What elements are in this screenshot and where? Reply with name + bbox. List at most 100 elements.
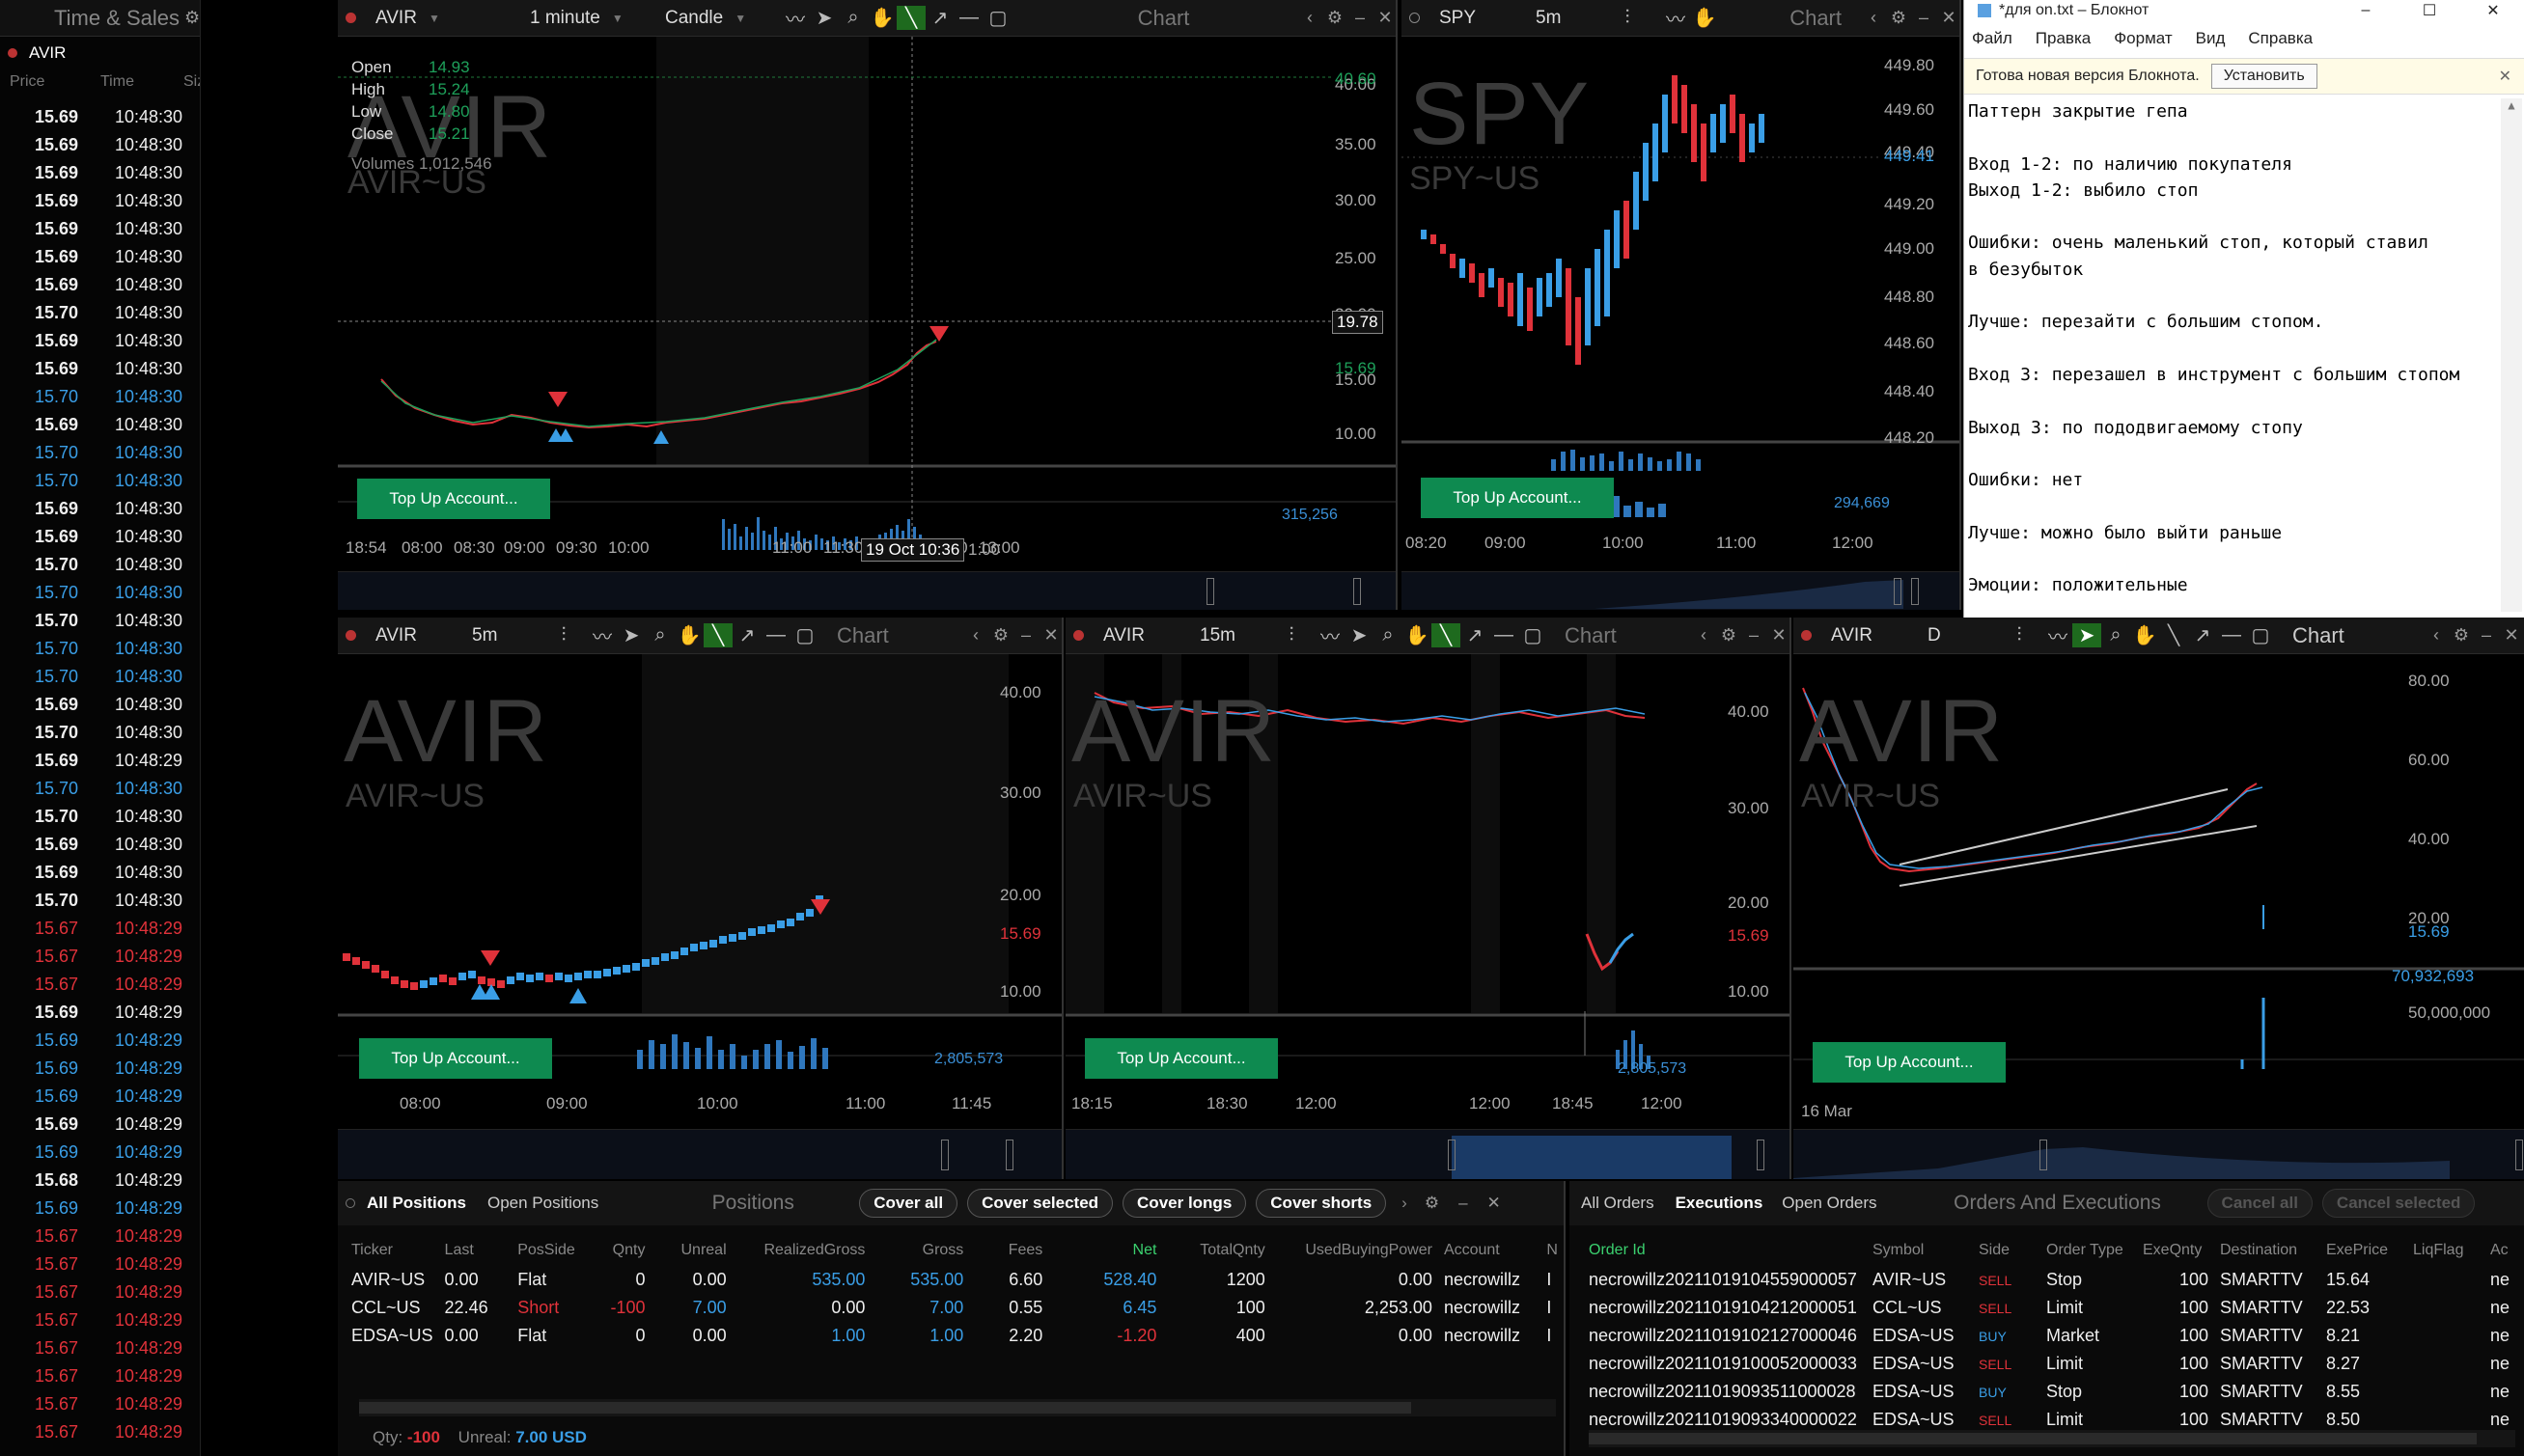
zoom-icon[interactable]: ⌕ bbox=[839, 7, 868, 29]
minimize-icon[interactable]: – bbox=[1458, 1194, 1467, 1213]
settings-icon[interactable]: ⚙ bbox=[988, 625, 1013, 646]
indicators-icon[interactable]: 〰 bbox=[1316, 621, 1345, 649]
arrow-icon[interactable]: ↗ bbox=[926, 6, 955, 30]
cover-selected-button[interactable]: Cover selected bbox=[967, 1189, 1114, 1218]
trendline-icon[interactable]: ╲ bbox=[2159, 623, 2188, 647]
close-icon[interactable]: ✕ bbox=[2461, 1, 2524, 20]
positions-row[interactable]: AVIR~US 0.00 Flat 0 0.00 535.00 535.00 6.60 528.… bbox=[346, 1266, 1564, 1294]
symbol-field[interactable]: AVIR bbox=[1821, 625, 1908, 646]
candle-type-icon[interactable]: ⫶ bbox=[1613, 7, 1642, 29]
chevron-left-icon[interactable]: ‹ bbox=[1861, 8, 1886, 28]
minimize-icon[interactable]: – bbox=[1347, 8, 1373, 28]
settings-icon[interactable]: ⚙ bbox=[2449, 625, 2474, 646]
arrow-icon[interactable]: ↗ bbox=[2188, 623, 2217, 647]
topup-button[interactable]: Top Up Account... bbox=[1813, 1042, 2006, 1083]
notepad-menu-item[interactable]: Файл bbox=[1972, 29, 2012, 54]
update-close-icon[interactable]: ✕ bbox=[2499, 67, 2511, 86]
execution-row[interactable]: necrowillz20211019100052000033 EDSA~US SEL… bbox=[1577, 1350, 2515, 1378]
topup-button[interactable]: Top Up Account... bbox=[359, 1038, 552, 1079]
execution-row[interactable]: necrowillz20211019102127000046 EDSA~US BUY… bbox=[1577, 1322, 2515, 1350]
cursor-icon[interactable]: ➤ bbox=[2072, 623, 2101, 647]
link-dot-icon[interactable] bbox=[346, 630, 356, 641]
interval-select[interactable]: 15m bbox=[1190, 625, 1267, 646]
arrow-icon[interactable]: ↗ bbox=[1460, 623, 1489, 647]
execution-row[interactable]: necrowillz20211019104559000057 AVIR~US SEL… bbox=[1577, 1266, 2515, 1294]
minimize-icon[interactable]: – bbox=[2334, 2, 2398, 19]
chart-15m-scrollbar[interactable] bbox=[1066, 1129, 1789, 1179]
col-header[interactable]: Side bbox=[1973, 1235, 2040, 1266]
col-header[interactable]: TotalQnty bbox=[1162, 1235, 1270, 1266]
rectangle-icon[interactable]: ▢ bbox=[2246, 623, 2275, 647]
symbol-field[interactable]: AVIR bbox=[366, 625, 453, 646]
symbol-field[interactable]: AVIR bbox=[1094, 625, 1180, 646]
maximize-icon[interactable]: ☐ bbox=[2398, 1, 2461, 20]
rectangle-icon[interactable]: ▢ bbox=[1518, 623, 1547, 647]
style-select[interactable]: Candle ▼ bbox=[655, 8, 771, 29]
update-install-button[interactable]: Установить bbox=[2210, 64, 2317, 89]
close-icon[interactable]: ✕ bbox=[2499, 625, 2524, 646]
trendline-icon[interactable]: ╲ bbox=[1431, 623, 1460, 647]
positions-row[interactable]: CCL~US 22.46 Short -100 7.00 0.00 7.00 0.55 6.45… bbox=[346, 1294, 1564, 1322]
close-icon[interactable]: ✕ bbox=[1766, 625, 1789, 646]
indicators-icon[interactable]: 〰 bbox=[588, 621, 617, 649]
tab-open-positions[interactable]: Open Positions bbox=[487, 1194, 598, 1213]
execution-row[interactable]: necrowillz20211019093511000028 EDSA~US BUY… bbox=[1577, 1378, 2515, 1406]
candle-type-icon[interactable]: ⫶ bbox=[549, 624, 578, 646]
chevron-left-icon[interactable]: ‹ bbox=[2424, 625, 2449, 646]
trendline-icon[interactable]: ╲ bbox=[897, 6, 926, 30]
settings-icon[interactable]: ⚙ bbox=[1322, 8, 1347, 28]
tab-all-orders[interactable]: All Orders bbox=[1581, 1194, 1654, 1213]
cursor-icon[interactable]: ➤ bbox=[1345, 623, 1373, 647]
col-header[interactable]: Account bbox=[1438, 1235, 1540, 1266]
tab-open-orders[interactable]: Open Orders bbox=[1782, 1194, 1876, 1213]
link-dot-icon[interactable] bbox=[1801, 630, 1812, 641]
topup-button[interactable]: Top Up Account... bbox=[1421, 478, 1614, 518]
close-icon[interactable]: ✕ bbox=[1373, 8, 1396, 28]
topup-button[interactable]: Top Up Account... bbox=[357, 479, 550, 519]
zoom-icon[interactable]: ⌕ bbox=[2101, 624, 2130, 646]
indicators-icon[interactable]: 〰 bbox=[2043, 621, 2072, 649]
close-icon[interactable]: ✕ bbox=[1487, 1194, 1501, 1213]
hline-icon[interactable]: — bbox=[762, 624, 790, 646]
candle-type-icon[interactable]: ⫶ bbox=[1277, 624, 1306, 646]
indicators-icon[interactable]: 〰 bbox=[781, 4, 810, 32]
col-header[interactable]: Gross bbox=[871, 1235, 969, 1266]
col-header[interactable]: Destination bbox=[2214, 1235, 2320, 1266]
hline-icon[interactable]: — bbox=[2217, 624, 2246, 646]
hand-icon[interactable]: ✋ bbox=[675, 623, 704, 647]
col-header[interactable]: Ac bbox=[2484, 1235, 2515, 1266]
main-chart-scrollbar[interactable] bbox=[338, 571, 1396, 610]
col-header[interactable]: PosSide bbox=[512, 1235, 587, 1266]
execution-row[interactable]: necrowillz20211019104212000051 CCL~US SELL… bbox=[1577, 1294, 2515, 1322]
col-header[interactable]: RealizedGross bbox=[733, 1235, 872, 1266]
link-dot-icon[interactable] bbox=[346, 13, 356, 23]
close-icon[interactable]: ✕ bbox=[1936, 8, 1959, 28]
positions-scrollbar[interactable] bbox=[359, 1399, 1556, 1416]
col-header[interactable]: N bbox=[1540, 1235, 1564, 1266]
col-header[interactable]: Last bbox=[439, 1235, 513, 1266]
notepad-text-area[interactable]: Паттерн закрытие гепа Вход 1-2: по наличи… bbox=[1968, 98, 2499, 610]
hline-icon[interactable]: — bbox=[955, 7, 984, 29]
minimize-icon[interactable]: – bbox=[1013, 625, 1039, 646]
col-header[interactable]: Symbol bbox=[1867, 1235, 1973, 1266]
hand-icon[interactable]: ✋ bbox=[868, 6, 897, 30]
arrow-icon[interactable]: ↗ bbox=[733, 623, 762, 647]
notepad-scrollbar[interactable]: ▲ bbox=[2501, 98, 2522, 612]
settings-icon[interactable]: ⚙ bbox=[1716, 625, 1741, 646]
hand-icon[interactable]: ✋ bbox=[1402, 623, 1431, 647]
link-dot-icon[interactable] bbox=[1409, 13, 1420, 23]
col-header[interactable]: Net bbox=[1048, 1235, 1162, 1266]
chevron-left-icon[interactable]: ‹ bbox=[963, 625, 988, 646]
notepad-menu-item[interactable]: Справка bbox=[2248, 29, 2313, 54]
cancel-all-button[interactable]: Cancel all bbox=[2206, 1189, 2313, 1218]
rectangle-icon[interactable]: ▢ bbox=[984, 6, 1012, 30]
notepad-menu-item[interactable]: Правка bbox=[2036, 29, 2091, 54]
tab-all-positions[interactable]: All Positions bbox=[367, 1194, 466, 1213]
indicators-icon[interactable]: 〰 bbox=[1661, 4, 1690, 32]
col-header[interactable]: Order Id bbox=[1577, 1235, 1867, 1266]
hline-icon[interactable]: — bbox=[1489, 624, 1518, 646]
chevron-left-icon[interactable]: ‹ bbox=[1297, 8, 1322, 28]
col-header[interactable]: Ticker bbox=[346, 1235, 439, 1266]
symbol-field[interactable]: SPY bbox=[1429, 8, 1516, 29]
tab-executions[interactable]: Executions bbox=[1676, 1194, 1763, 1213]
